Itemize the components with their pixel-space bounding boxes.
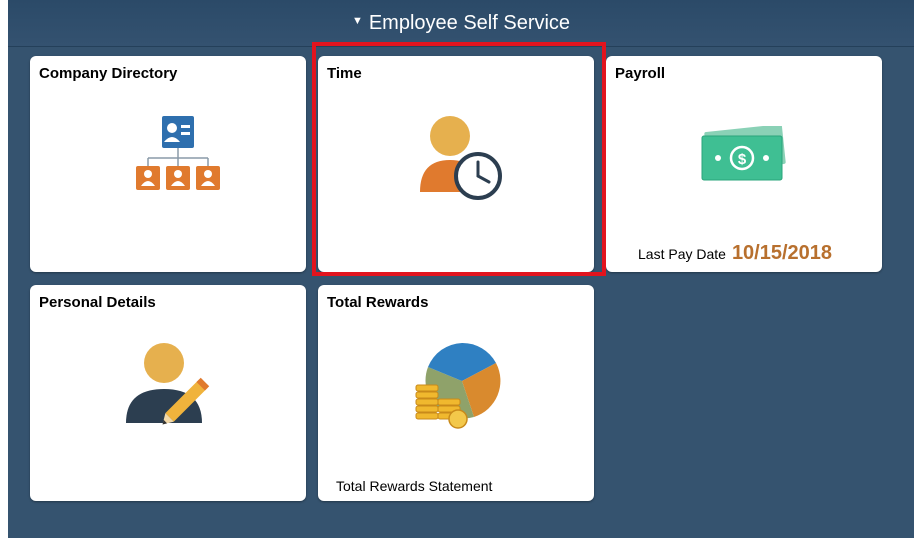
last-pay-date: Last Pay Date 10/15/2018: [638, 242, 832, 265]
homepage-selector[interactable]: ▼ Employee Self Service: [8, 0, 914, 47]
cash-icon: $: [701, 126, 786, 181]
person-pencil-icon: [126, 343, 210, 425]
tile-time[interactable]: Time: [318, 56, 594, 272]
last-pay-date-value: 10/15/2018: [731, 242, 833, 264]
org-chart-icon: [136, 116, 220, 190]
tile-title: Time: [327, 65, 362, 82]
last-pay-date-label: Last Pay Date: [638, 246, 726, 262]
triangle-down-icon: ▼: [351, 15, 363, 27]
tile-title: Payroll: [615, 65, 666, 82]
tile-payroll[interactable]: Payroll $ Last Pay Date 10/15/2018: [606, 56, 882, 272]
tile-title: Total Rewards: [327, 294, 429, 311]
homepage-title: Employee Self Service: [368, 11, 571, 34]
tile-title: Personal Details: [39, 294, 156, 311]
tile-company-directory[interactable]: Company Directory: [30, 56, 306, 272]
total-rewards-statement: Total Rewards Statement: [336, 478, 493, 494]
tile-personal-details[interactable]: Personal Details: [30, 285, 306, 501]
tile-total-rewards[interactable]: Total Rewards Total Rewards Statement: [318, 285, 594, 501]
person-clock-icon: [420, 116, 502, 200]
tile-title: Company Directory: [39, 65, 178, 82]
pie-coins-icon: [415, 342, 501, 429]
page-background: ▼ Employee Self Service Company Director…: [8, 0, 914, 538]
svg-text:$: $: [738, 151, 747, 168]
